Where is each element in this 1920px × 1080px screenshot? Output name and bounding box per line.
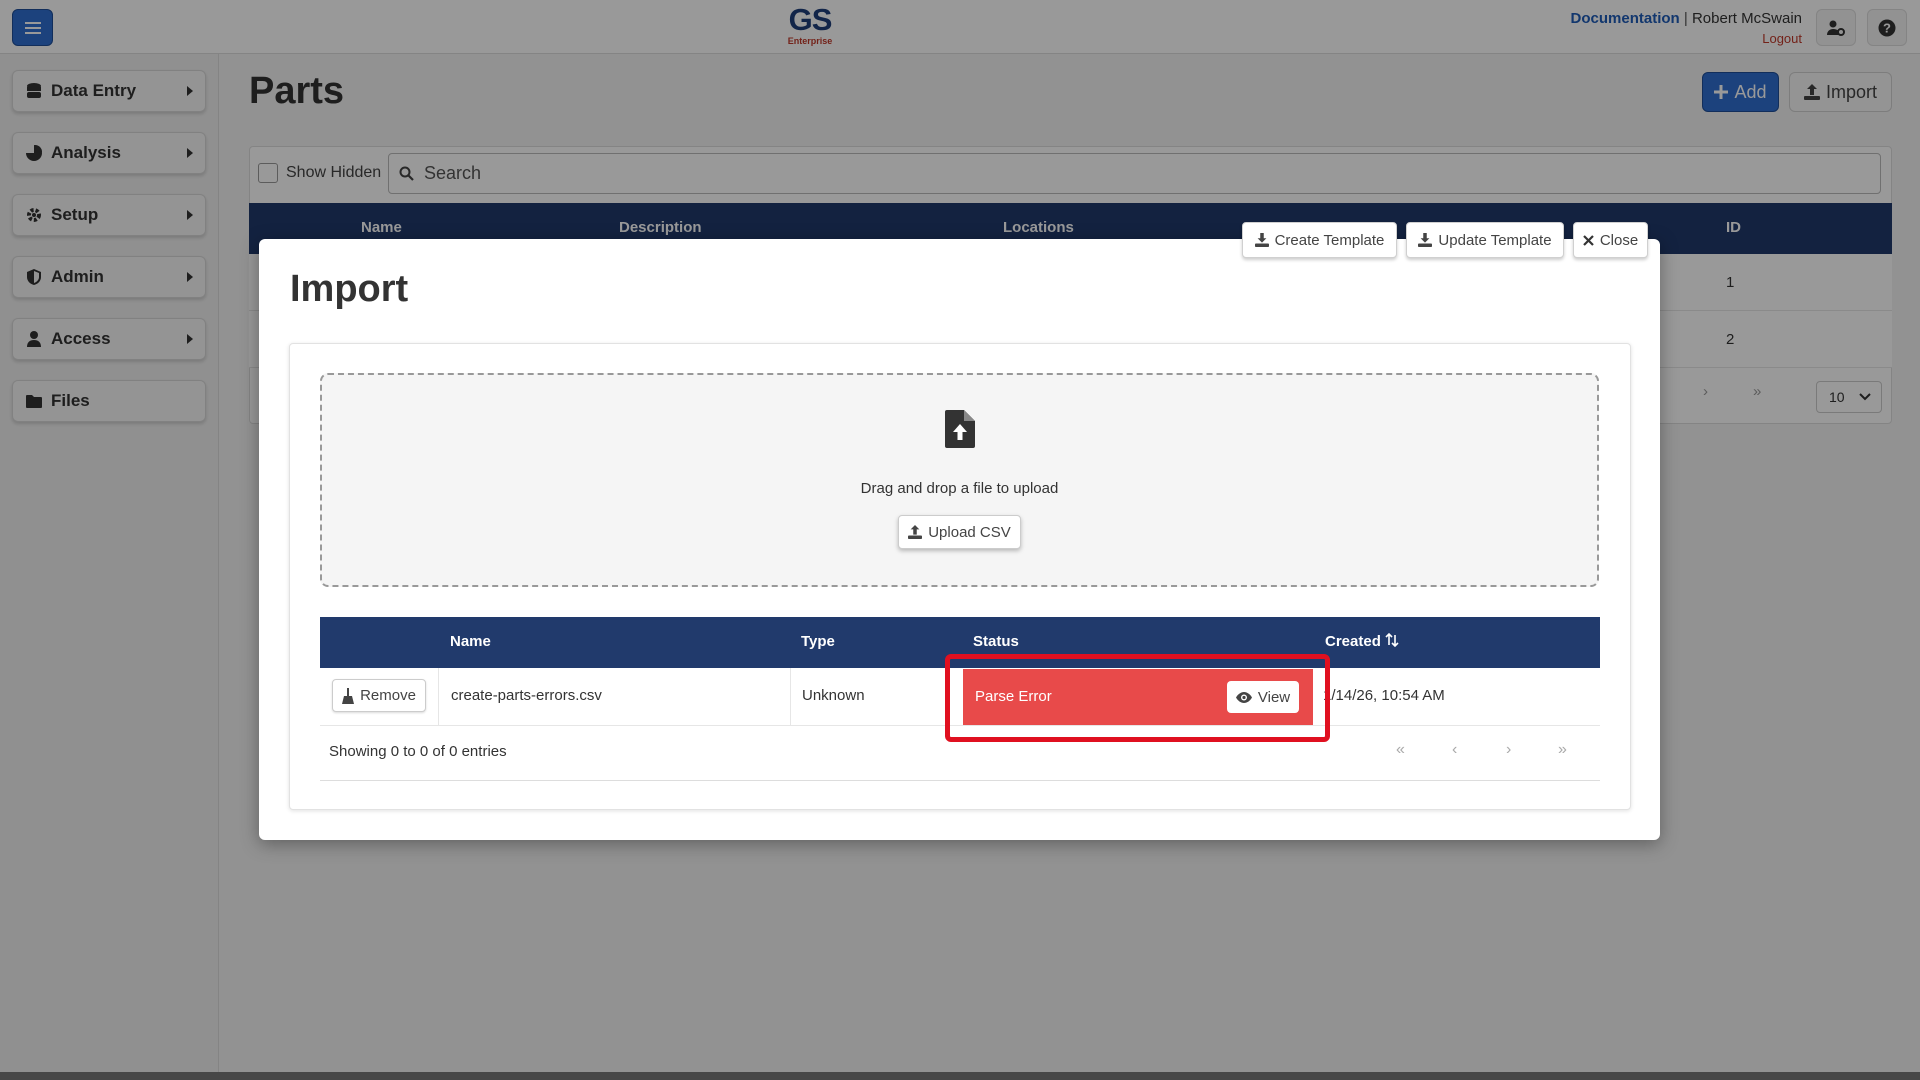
column-created-label: Created (1325, 633, 1381, 650)
modal-title: Import (290, 268, 409, 310)
download-icon (1418, 233, 1433, 247)
update-template-button[interactable]: Update Template (1406, 222, 1564, 258)
remove-label: Remove (360, 687, 416, 704)
file-name: create-parts-errors.csv (451, 687, 602, 704)
dropzone-text: Drag and drop a file to upload (860, 480, 1059, 497)
close-label: Close (1599, 231, 1639, 249)
remove-button[interactable]: Remove (332, 679, 426, 712)
next-page-icon[interactable]: › (1506, 741, 1511, 759)
column-type: Type (801, 633, 835, 650)
first-page-icon[interactable]: « (1396, 741, 1405, 759)
close-icon (1583, 234, 1594, 246)
created-date: 1/14/26, 10:54 AM (1323, 687, 1445, 704)
entries-info: Showing 0 to 0 of 0 entries (329, 743, 507, 760)
upload-icon (908, 525, 923, 539)
column-name: Name (450, 633, 491, 650)
file-type: Unknown (802, 687, 865, 704)
create-template-button[interactable]: Create Template (1242, 222, 1397, 258)
sort-icon (1385, 632, 1399, 648)
cell-divider (790, 668, 791, 726)
column-created[interactable]: Created (1325, 632, 1399, 650)
column-status: Status (973, 633, 1019, 650)
status-highlight (945, 654, 1330, 742)
create-template-label: Create Template (1274, 231, 1385, 249)
upload-csv-button[interactable]: Upload CSV (898, 515, 1021, 549)
update-template-label: Update Template (1438, 231, 1552, 249)
upload-csv-label: Upload CSV (928, 523, 1011, 541)
close-button[interactable]: Close (1573, 222, 1648, 258)
download-icon (1254, 233, 1269, 247)
last-page-icon[interactable]: » (1558, 741, 1567, 759)
cell-divider (438, 668, 439, 726)
broom-icon (342, 687, 355, 704)
prev-page-icon[interactable]: ‹ (1452, 741, 1457, 759)
table-footer-divider (320, 780, 1600, 781)
file-upload-icon (945, 410, 975, 448)
